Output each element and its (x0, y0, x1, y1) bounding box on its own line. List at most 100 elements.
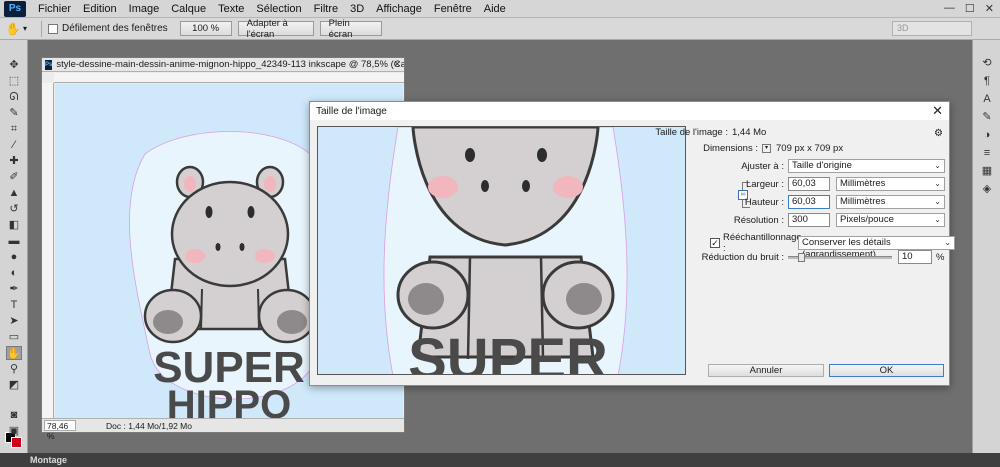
menu-fichier[interactable]: Fichier (32, 3, 77, 15)
close-document-icon[interactable]: ✕ (393, 59, 401, 70)
zoom-tool-icon[interactable]: ⚲ (6, 362, 22, 376)
hand-tool-icon[interactable]: ✋ (5, 21, 21, 37)
stamp-tool-icon[interactable]: ▲ (6, 186, 22, 200)
dimensions-value: 709 px x 709 px (776, 143, 844, 154)
noise-reduction-label: Réduction du bruit : (701, 251, 784, 263)
fit-to-label: Ajuster à : (741, 160, 784, 172)
dimensions-dropdown-icon[interactable]: ▾ (762, 144, 771, 153)
resample-checkbox[interactable]: ✓ (710, 238, 720, 248)
menu-edition[interactable]: Edition (77, 3, 123, 15)
menu-image[interactable]: Image (123, 3, 166, 15)
dialog-title-bar[interactable]: Taille de l'image (310, 102, 949, 120)
full-screen-button[interactable]: Plein écran (319, 18, 382, 40)
tools-panel: ✥ ⬚ ᘏ ✎ ⌗ ⁄ ✚ ✐ ▲ ↺ ◧ ▬ ● ◐ ✒ T ➤ ▭ ✋ ⚲ … (0, 40, 28, 453)
window-controls: — ☐ ✕ (944, 2, 994, 15)
width-input[interactable]: 60,03 (788, 177, 830, 191)
layers-panel-icon[interactable]: ◈ (980, 182, 994, 196)
menu-filtre[interactable]: Filtre (308, 3, 344, 15)
zoom-level-field[interactable]: 78,46 % (44, 420, 76, 441)
adjustments-panel-icon[interactable]: ◑ (980, 128, 994, 142)
menu-calque[interactable]: Calque (165, 3, 212, 15)
quick-select-tool-icon[interactable]: ✎ (6, 106, 22, 120)
hand-tool-active-icon[interactable]: ✋ (6, 346, 22, 360)
healing-brush-icon[interactable]: ✚ (6, 154, 22, 168)
resolution-unit-select[interactable]: Pixels/pouce ⌄ (836, 213, 945, 227)
resolution-label: Résolution : (733, 214, 784, 226)
width-label: Largeur : (745, 178, 784, 190)
history-brush-icon[interactable]: ↺ (6, 202, 22, 216)
blur-tool-icon[interactable]: ● (6, 250, 22, 264)
eraser-tool-icon[interactable]: ◧ (6, 218, 22, 232)
tool-preset-arrow-icon[interactable]: ▾ (23, 24, 27, 33)
swatches-panel-icon[interactable]: ▦ (980, 164, 994, 178)
menu-affichage[interactable]: Affichage (370, 3, 428, 15)
scroll-all-windows-label: Défilement des fenêtres (62, 23, 168, 34)
noise-reduction-input[interactable]: 10 (898, 250, 932, 264)
dialog-close-icon[interactable]: ✕ (932, 103, 943, 119)
move-tool-icon[interactable]: ✥ (6, 58, 22, 72)
height-row: Hauteur : 60,03 Millimètres ⌄ (640, 195, 945, 209)
dodge-tool-icon[interactable]: ◐ (6, 266, 22, 280)
preview-artwork: SUPER (383, 127, 628, 375)
image-size-label: Taille de l'image : (655, 127, 728, 138)
document-size-info[interactable]: Doc : 1,44 Mo/1,92 Mo (106, 421, 192, 431)
resample-method-select[interactable]: Conserver les détails (agrandissement) ⌄ (798, 236, 955, 260)
brush-tool-icon[interactable]: ✐ (6, 170, 22, 184)
properties-panel-icon[interactable]: ≡ (980, 146, 994, 160)
marquee-tool-icon[interactable]: ⬚ (6, 74, 22, 88)
dialog-title: Taille de l'image (316, 105, 387, 117)
fit-screen-button[interactable]: Adapter à l'écran (237, 18, 314, 40)
eyedropper-tool-icon[interactable]: ⁄ (6, 138, 22, 152)
screen-mode-icon[interactable]: ▣ (6, 424, 22, 438)
gradient-tool-icon[interactable]: ▬ (6, 234, 22, 248)
brush-panel-icon[interactable]: ✎ (980, 110, 994, 124)
minimize-button[interactable]: — (944, 2, 955, 15)
resolution-unit-value: Pixels/pouce (840, 214, 894, 225)
ps-doc-icon: Ps (45, 59, 53, 70)
height-label: Hauteur : (744, 196, 784, 208)
photoshop-logo: Ps (4, 0, 26, 17)
workspace-status-bar: Montage (0, 453, 1000, 467)
menu-3d[interactable]: 3D (344, 3, 370, 15)
width-unit-value: Millimètres (840, 178, 886, 189)
quick-mask-icon[interactable]: ◙ (6, 408, 22, 422)
pen-tool-icon[interactable]: ✒ (6, 282, 22, 296)
lasso-tool-icon[interactable]: ᘏ (6, 90, 22, 104)
default-colors-icon[interactable]: ◩ (6, 378, 22, 392)
paragraph-panel-icon[interactable]: ¶ (980, 74, 994, 88)
maximize-button[interactable]: ☐ (965, 2, 975, 15)
noise-reduction-row: Réduction du bruit : 10 % (640, 250, 944, 264)
menu-fenetre[interactable]: Fenêtre (428, 3, 478, 15)
chevron-down-icon: ⌄ (934, 161, 941, 170)
fit-to-select[interactable]: Taille d'origine ⌄ (788, 159, 945, 173)
path-select-tool-icon[interactable]: ➤ (6, 314, 22, 328)
close-button[interactable]: ✕ (985, 2, 994, 15)
character-panel-icon[interactable]: A (980, 92, 994, 106)
image-size-row: Taille de l'image : 1,44 Mo (640, 127, 766, 138)
menu-selection[interactable]: Sélection (250, 3, 307, 15)
image-preview[interactable]: SUPER (317, 126, 686, 375)
preview-text-super: SUPER (408, 327, 608, 375)
ok-button[interactable]: OK (829, 364, 944, 377)
width-unit-select[interactable]: Millimètres ⌄ (836, 177, 945, 191)
menu-aide[interactable]: Aide (478, 3, 512, 15)
cancel-button[interactable]: Annuler (708, 364, 824, 377)
noise-reduction-slider[interactable] (788, 252, 892, 262)
montage-label: Montage (30, 455, 67, 465)
zoom-100-button[interactable]: 100 % (179, 21, 232, 36)
height-unit-select[interactable]: Millimètres ⌄ (836, 195, 945, 209)
menu-texte[interactable]: Texte (212, 3, 250, 15)
scroll-all-windows-checkbox[interactable] (48, 23, 59, 34)
background-color-swatch[interactable] (11, 437, 22, 448)
shape-tool-icon[interactable]: ▭ (6, 330, 22, 344)
crop-tool-icon[interactable]: ⌗ (6, 122, 22, 136)
resolution-input[interactable]: 300 (788, 213, 830, 227)
type-tool-icon[interactable]: T (6, 298, 22, 312)
slider-thumb[interactable] (798, 252, 806, 262)
settings-gear-icon[interactable]: ⚙ (934, 128, 943, 139)
chevron-down-icon: ⌄ (934, 179, 941, 188)
history-panel-icon[interactable]: ⟲ (980, 56, 994, 70)
workspace-select[interactable]: 3D (892, 21, 972, 36)
height-input[interactable]: 60,03 (788, 195, 830, 209)
document-tab[interactable]: Ps style-dessine-main-dessin-anime-migno… (42, 58, 404, 72)
